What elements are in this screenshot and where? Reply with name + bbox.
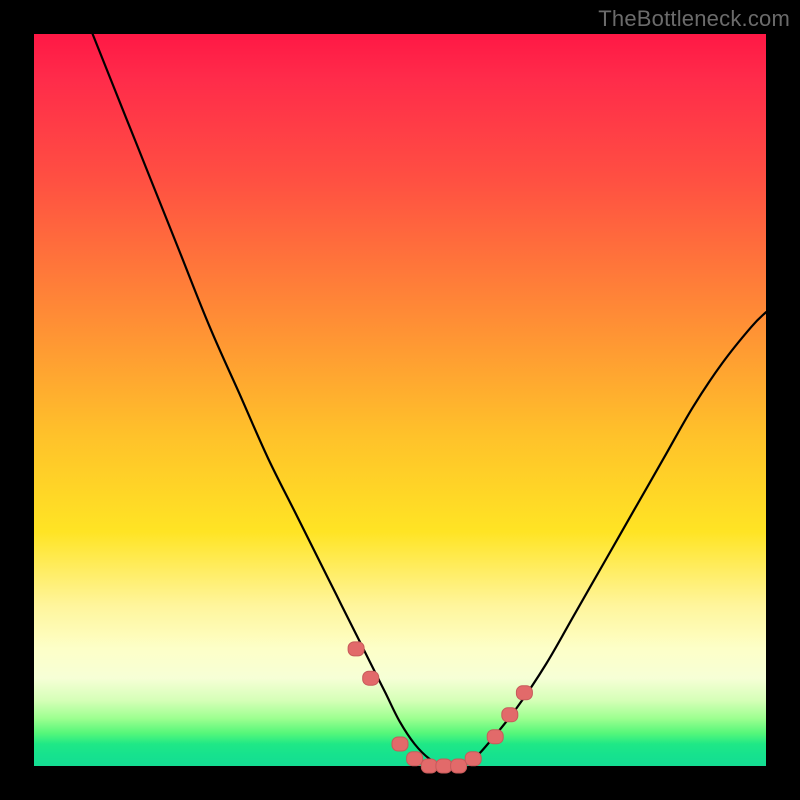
curve-marker xyxy=(487,730,503,744)
watermark-text: TheBottleneck.com xyxy=(598,6,790,32)
curve-marker xyxy=(363,671,379,685)
chart-frame: TheBottleneck.com xyxy=(0,0,800,800)
bottleneck-curve xyxy=(93,34,766,767)
curve-marker xyxy=(436,759,452,773)
curve-marker xyxy=(465,752,481,766)
curve-marker xyxy=(407,752,423,766)
chart-svg xyxy=(34,34,766,766)
curve-marker xyxy=(451,759,467,773)
curve-marker xyxy=(516,686,532,700)
curve-marker xyxy=(392,737,408,751)
plot-area xyxy=(34,34,766,766)
curve-marker xyxy=(348,642,364,656)
markers-group xyxy=(348,642,532,773)
curve-marker xyxy=(502,708,518,722)
curve-marker xyxy=(421,759,437,773)
